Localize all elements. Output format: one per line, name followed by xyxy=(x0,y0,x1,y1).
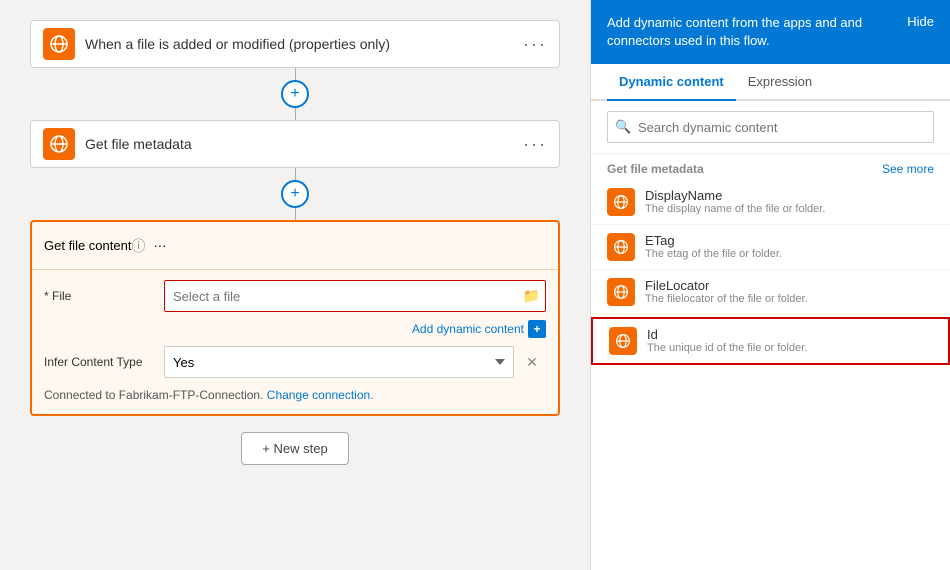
file-row: * File 📁 xyxy=(44,280,546,312)
list-item[interactable]: FileLocator The filelocator of the file … xyxy=(591,270,950,315)
add-step-btn-1[interactable]: + xyxy=(281,80,309,108)
panel-header-text: Add dynamic content from the apps and an… xyxy=(607,14,895,50)
connection-text: Connected to Fabrikam-FTP-Connection. xyxy=(44,388,263,402)
step3-menu[interactable]: ··· xyxy=(153,238,166,253)
add-dynamic-plus-btn[interactable]: + xyxy=(528,320,546,338)
search-wrap: 🔍 xyxy=(591,101,950,154)
see-more-link[interactable]: See more xyxy=(882,162,934,176)
new-step-button[interactable]: + New step xyxy=(241,432,348,465)
add-dynamic-link[interactable]: Add dynamic content xyxy=(412,322,524,336)
canvas: When a file is added or modified (proper… xyxy=(0,0,590,570)
section-label: Get file metadata xyxy=(607,162,704,176)
step1-menu[interactable]: ··· xyxy=(523,34,547,55)
vline-bottom-2 xyxy=(295,208,296,220)
infer-select[interactable]: Yes No xyxy=(164,346,514,378)
item-etag-icon xyxy=(607,233,635,261)
step-get-file-metadata[interactable]: Get file metadata ··· xyxy=(30,120,560,168)
step-when-file-added[interactable]: When a file is added or modified (proper… xyxy=(30,20,560,68)
item-etag-name: ETag xyxy=(645,233,934,248)
infer-select-wrap: Yes No ✕ xyxy=(164,346,546,378)
vline-bottom-1 xyxy=(295,108,296,120)
item-filelocator-text: FileLocator The filelocator of the file … xyxy=(645,278,934,305)
step1-title: When a file is added or modified (proper… xyxy=(85,36,523,52)
item-id-desc: The unique id of the file or folder. xyxy=(647,342,932,354)
content-list: DisplayName The display name of the file… xyxy=(591,180,950,570)
vline-top-1 xyxy=(295,68,296,80)
section-header: Get file metadata See more xyxy=(591,154,950,180)
item-id-name: Id xyxy=(647,327,932,342)
file-input[interactable] xyxy=(164,280,546,312)
panel-tabs: Dynamic content Expression xyxy=(591,64,950,101)
step2-menu[interactable]: ··· xyxy=(523,134,547,155)
list-item[interactable]: ETag The etag of the file or folder. xyxy=(591,225,950,270)
item-filelocator-name: FileLocator xyxy=(645,278,934,293)
change-connection-link[interactable]: Change connection. xyxy=(267,388,374,402)
active-step-header: Get file content ⓘ ··· xyxy=(32,222,558,270)
infer-label: Infer Content Type xyxy=(44,355,164,369)
item-etag-desc: The etag of the file or folder. xyxy=(645,248,934,260)
info-icon[interactable]: ⓘ xyxy=(131,236,145,256)
step2-title: Get file metadata xyxy=(85,136,523,152)
file-input-wrap: 📁 xyxy=(164,280,546,312)
connector-2: + xyxy=(281,168,309,220)
item-id-text: Id The unique id of the file or folder. xyxy=(647,327,932,354)
infer-clear-btn[interactable]: ✕ xyxy=(518,348,546,376)
infer-row: Infer Content Type Yes No ✕ xyxy=(44,346,546,378)
list-item[interactable]: DisplayName The display name of the file… xyxy=(591,180,950,225)
search-input[interactable] xyxy=(607,111,934,143)
active-step-body: * File 📁 Add dynamic content + Infer Con… xyxy=(32,270,558,414)
tab-dynamic-content[interactable]: Dynamic content xyxy=(607,64,736,101)
item-displayname-name: DisplayName xyxy=(645,188,934,203)
item-displayname-text: DisplayName The display name of the file… xyxy=(645,188,934,215)
item-etag-text: ETag The etag of the file or folder. xyxy=(645,233,934,260)
item-filelocator-desc: The filelocator of the file or folder. xyxy=(645,293,934,305)
hide-panel-button[interactable]: Hide xyxy=(907,14,934,29)
required-star: * xyxy=(44,289,52,303)
item-displayname-desc: The display name of the file or folder. xyxy=(645,203,934,215)
step2-icon xyxy=(43,128,75,160)
step3-title: Get file content xyxy=(44,238,131,253)
item-displayname-icon xyxy=(607,188,635,216)
add-step-btn-2[interactable]: + xyxy=(281,180,309,208)
panel-header: Add dynamic content from the apps and an… xyxy=(591,0,950,64)
search-container: 🔍 xyxy=(607,111,934,143)
item-id-icon xyxy=(609,327,637,355)
file-label: * File xyxy=(44,289,164,303)
list-item-selected[interactable]: Id The unique id of the file or folder. xyxy=(591,317,950,365)
step1-icon xyxy=(43,28,75,60)
add-dynamic-row: Add dynamic content + xyxy=(44,320,546,338)
tab-expression[interactable]: Expression xyxy=(736,64,824,101)
dynamic-content-panel: Add dynamic content from the apps and an… xyxy=(590,0,950,570)
connection-row: Connected to Fabrikam-FTP-Connection. Ch… xyxy=(44,386,546,404)
vline-top-2 xyxy=(295,168,296,180)
search-icon: 🔍 xyxy=(615,119,631,135)
item-filelocator-icon xyxy=(607,278,635,306)
folder-icon: 📁 xyxy=(523,288,540,305)
connector-1: + xyxy=(281,68,309,120)
step-get-file-content: Get file content ⓘ ··· * File 📁 Add dyna… xyxy=(30,220,560,416)
